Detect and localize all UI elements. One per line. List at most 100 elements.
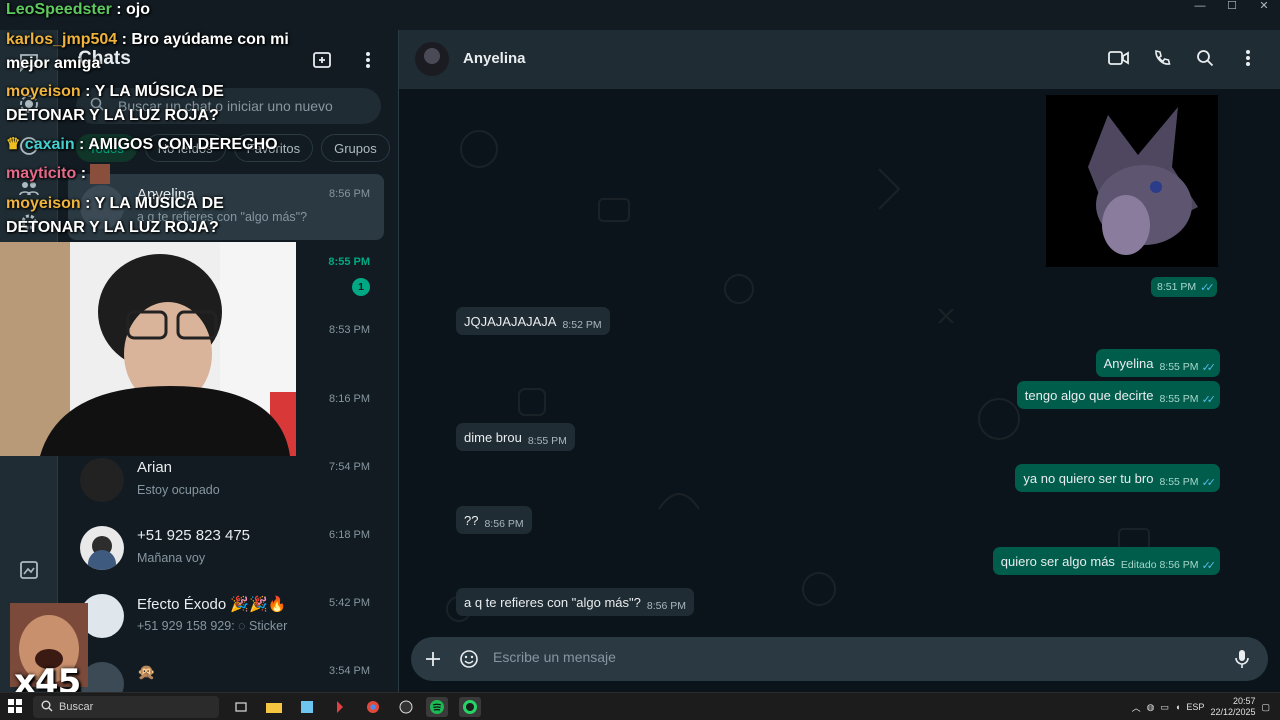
- message-bubble-outgoing[interactable]: quiero ser algo más Editado 8:56 PM ✓✓: [992, 547, 1220, 575]
- emote-icon: [90, 163, 111, 184]
- obs-icon[interactable]: [395, 697, 417, 717]
- stream-chat-overlay: LeoSpeedster : ojo karlos_jmp504 : Bro a…: [0, 0, 310, 240]
- language-indicator[interactable]: ESP: [1186, 702, 1204, 712]
- stream-chat-message: moyeison : Y LA MÚSICA DE DETONAR Y LA L…: [6, 83, 224, 124]
- notepad-icon[interactable]: [296, 697, 318, 717]
- message-bubble-incoming[interactable]: dime brou 8:55 PM: [456, 423, 575, 451]
- chat-time: 8:55 PM: [328, 256, 370, 268]
- stream-chat-message: karlos_jmp504 : Bro ayúdame con mi mejor…: [6, 31, 289, 72]
- conversation-actions: [1107, 46, 1260, 70]
- chevron-up-icon[interactable]: ︿: [1132, 701, 1141, 714]
- message-time: 8:55 PM: [527, 435, 567, 447]
- unread-badge: 1: [352, 278, 370, 296]
- chat-time: 5:42 PM: [329, 597, 370, 609]
- windows-taskbar: Buscar ︿ ◍ ▭ ◖ ESP 20:57 22/12/2025 ▢: [0, 692, 1280, 720]
- spotify-icon[interactable]: [426, 697, 448, 717]
- windows-start-icon[interactable]: [8, 699, 24, 715]
- chat-name: Arian: [137, 459, 173, 476]
- volume-icon[interactable]: ◖: [1175, 702, 1180, 712]
- screen: — ☐ ✕ Chats Buscar un chat o iniciar uno…: [0, 0, 1280, 720]
- message-time: 8:55 PM: [1159, 361, 1199, 373]
- voice-call-icon[interactable]: [1150, 46, 1174, 70]
- message-bubble-incoming[interactable]: JQJAJAJAJAJA 8:52 PM: [456, 307, 610, 335]
- message-bubble-incoming[interactable]: a q te refieres con "algo más"? 8:56 PM: [456, 588, 694, 616]
- read-ticks-icon: ✓✓: [1201, 476, 1217, 489]
- message-bubble-incoming[interactable]: ?? 8:56 PM: [456, 506, 532, 534]
- message-text: ya no quiero ser tu bro: [1023, 470, 1154, 486]
- menu-kebab-icon[interactable]: [1236, 46, 1260, 70]
- attach-plus-icon[interactable]: [421, 647, 445, 671]
- video-call-icon[interactable]: [1107, 46, 1131, 70]
- message-bubble-outgoing[interactable]: ya no quiero ser tu bro 8:55 PM ✓✓: [1015, 464, 1220, 492]
- microphone-icon[interactable]: ◍: [1147, 702, 1155, 713]
- chrome-icon[interactable]: [362, 697, 384, 717]
- file-explorer-icon[interactable]: [263, 697, 285, 717]
- sticker-time: 8:51 PM: [1157, 281, 1197, 293]
- chat-time: 8:16 PM: [329, 393, 370, 405]
- message-bubble-outgoing[interactable]: tengo algo que decirte 8:55 PM ✓✓: [1016, 381, 1220, 409]
- chat-name: +51 925 823 475: [137, 527, 251, 544]
- task-view-icon[interactable]: [230, 697, 252, 717]
- stream-chat-user: moyeison: [6, 83, 81, 100]
- chat-row[interactable]: 🙊 3:54 PM: [68, 651, 384, 692]
- conversation-header[interactable]: Anyelina: [399, 30, 1280, 89]
- chat-list-actions: [310, 48, 380, 72]
- message-time: 8:56 PM: [646, 600, 686, 612]
- contact-avatar[interactable]: [415, 42, 449, 76]
- whatsapp-icon[interactable]: [459, 697, 481, 717]
- chat-time: 8:53 PM: [329, 324, 370, 336]
- search-icon[interactable]: [1193, 46, 1217, 70]
- streamer-webcam-overlay: [0, 242, 296, 456]
- menu-kebab-icon[interactable]: [356, 48, 380, 72]
- app-icon[interactable]: [329, 697, 351, 717]
- chat-row[interactable]: Efecto Éxodo 🎉🎉🔥 +51 929 158 929: ◌ Stic…: [68, 583, 384, 649]
- read-ticks-icon: ✓✓: [1201, 361, 1217, 374]
- chat-time: 6:18 PM: [329, 529, 370, 541]
- stream-chat-message: moyeison : Y LA MÚSICA DE DETONAR Y LA L…: [6, 195, 224, 236]
- stream-chat-user: caxain: [24, 136, 75, 153]
- stream-chat-text: ojo: [126, 1, 151, 18]
- clock-time: 20:57: [1232, 696, 1256, 706]
- new-chat-icon[interactable]: [310, 48, 334, 72]
- chat-row[interactable]: +51 925 823 475 Mañana voy 6:18 PM: [68, 515, 384, 581]
- maximize-button[interactable]: ☐: [1216, 0, 1248, 14]
- chat-preview: +51 929 158 929: ◌ Sticker: [137, 619, 288, 633]
- emoji-sticker-icon[interactable]: [457, 647, 481, 671]
- message-bubble-outgoing[interactable]: Anyelina 8:55 PM ✓✓: [1095, 349, 1220, 377]
- chat-row[interactable]: Arian Estoy ocupado 7:54 PM: [68, 447, 384, 513]
- taskbar-clock[interactable]: 20:57 22/12/2025: [1210, 696, 1255, 718]
- sticker-meta: 8:51 PM ✓✓: [1151, 277, 1217, 297]
- stream-chat-user: karlos_jmp504: [6, 31, 118, 48]
- message-time: 8:55 PM: [1159, 393, 1199, 405]
- microphone-icon[interactable]: [1230, 647, 1254, 671]
- filter-chip-groups[interactable]: Grupos: [321, 134, 390, 162]
- message-text: dime brou: [464, 429, 522, 445]
- search-icon: [41, 700, 53, 715]
- stream-chat-message: LeoSpeedster : ojo: [6, 1, 151, 18]
- stream-chat-user: LeoSpeedster: [6, 1, 112, 18]
- chat-name: 🙊: [137, 664, 156, 681]
- stream-chat-user: mayticito: [6, 165, 77, 182]
- chat-time: 8:56 PM: [329, 188, 370, 200]
- stream-chat-text: AMIGOS CON DERECHO: [88, 136, 278, 153]
- message-text: Anyelina: [1103, 355, 1154, 371]
- stream-chat-user: moyeison: [6, 195, 81, 212]
- chat-preview: Mañana voy: [137, 551, 206, 565]
- network-icon[interactable]: ▭: [1160, 702, 1169, 713]
- media-gallery-icon[interactable]: [17, 558, 41, 582]
- message-text: ??: [464, 512, 479, 528]
- message-text: a q te refieres con "algo más"?: [464, 594, 641, 610]
- chat-name: Efecto Éxodo 🎉🎉🔥: [137, 596, 287, 613]
- taskbar-search[interactable]: Buscar: [33, 696, 219, 718]
- stream-chat-message: ♛ caxain : AMIGOS CON DERECHO: [6, 136, 278, 153]
- sticker-image[interactable]: [1046, 95, 1218, 267]
- read-ticks-icon: ✓✓: [1201, 559, 1217, 572]
- contact-name[interactable]: Anyelina: [463, 50, 526, 67]
- taskbar-search-label: Buscar: [59, 701, 94, 713]
- minimize-button[interactable]: —: [1184, 0, 1216, 14]
- read-ticks-icon: ✓✓: [1201, 393, 1217, 406]
- message-input[interactable]: [493, 649, 1193, 665]
- conversation-pane: Anyelina 8:51 PM ✓✓ JQJAJAJAJAJA 8:52 PM…: [399, 30, 1280, 692]
- close-button[interactable]: ✕: [1248, 0, 1280, 14]
- notifications-icon[interactable]: ▢: [1261, 702, 1270, 713]
